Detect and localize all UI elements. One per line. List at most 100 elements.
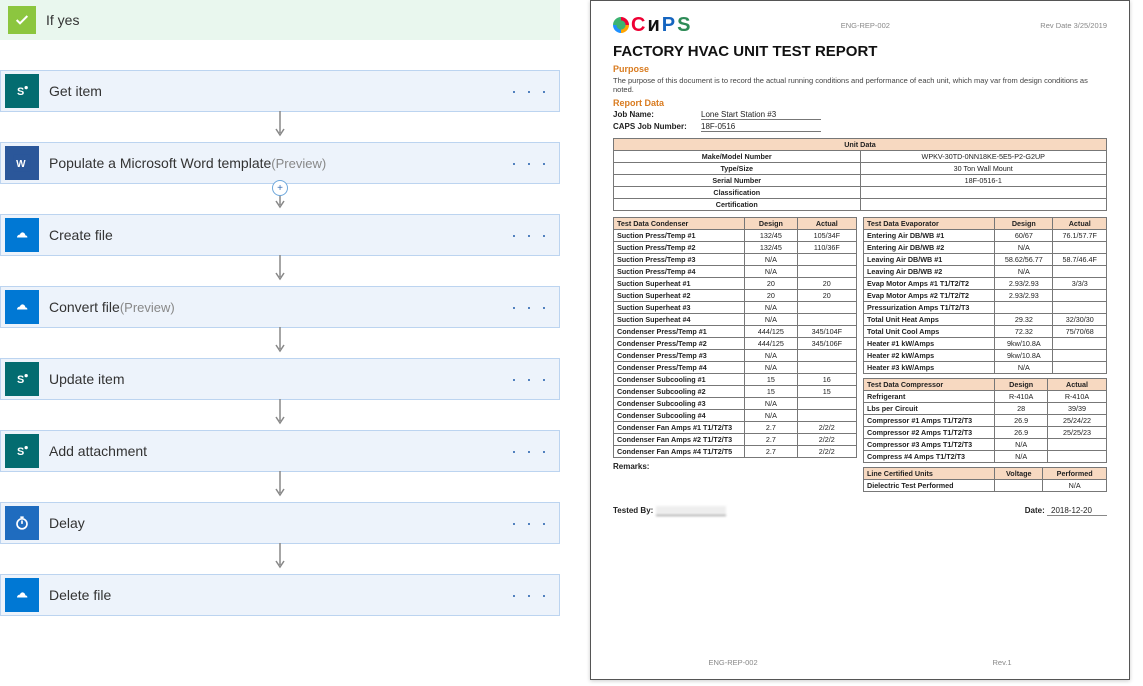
- row-value: [1048, 451, 1107, 463]
- connector: [0, 472, 560, 502]
- row-value: 2.7: [745, 434, 797, 446]
- arrow-down-icon: [274, 543, 286, 576]
- row-value: N/A: [745, 350, 797, 362]
- row-value: [797, 350, 856, 362]
- table-row: Condenser Subcooling #4N/A: [614, 410, 857, 422]
- evaporator-actual-header: Actual: [1053, 218, 1107, 230]
- condenser-design-header: Design: [745, 218, 797, 230]
- table-row: Leaving Air DB/WB #158.62/56.7758.7/46.4…: [864, 254, 1107, 266]
- row-label: Condenser Press/Temp #2: [614, 338, 745, 350]
- row-value: 9kw/10.8A: [995, 350, 1053, 362]
- table-row: Suction Superheat #12020: [614, 278, 857, 290]
- table-row: Compressor #3 Amps T1/T2/T3N/A: [864, 439, 1107, 451]
- row-value: [797, 314, 856, 326]
- condenser-title: Test Data Condenser: [614, 218, 745, 230]
- row-value: N/A: [995, 451, 1048, 463]
- row-value: 3/3/3: [1053, 278, 1107, 290]
- row-value: 20: [797, 290, 856, 302]
- table-row: Condenser Subcooling #11516: [614, 374, 857, 386]
- table-row: Serial Number18F-0516-1: [614, 175, 1107, 187]
- table-row: Entering Air DB/WB #160/6776.1/57.7F: [864, 230, 1107, 242]
- step-convert-file[interactable]: Convert file(Preview) · · ·: [0, 286, 560, 328]
- table-row: Condenser Fan Amps #4 T1/T2/T52.72/2/2: [614, 446, 857, 458]
- step-menu-icon[interactable]: · · ·: [511, 585, 549, 606]
- row-value: 28: [995, 403, 1048, 415]
- row-value: 15: [745, 386, 797, 398]
- svg-text:W: W: [16, 159, 26, 170]
- step-menu-icon[interactable]: · · ·: [511, 441, 549, 462]
- row-value: [797, 398, 856, 410]
- row-label: Evap Motor Amps #1 T1/T2/T2: [864, 278, 995, 290]
- step-delay[interactable]: Delay · · ·: [0, 502, 560, 544]
- connector: [0, 112, 560, 142]
- step-label: Delay: [49, 515, 85, 531]
- table-row: Compressor #1 Amps T1/T2/T326.925/24/22: [864, 415, 1107, 427]
- row-value: N/A: [995, 242, 1053, 254]
- row-value: 75/70/68: [1053, 326, 1107, 338]
- table-row: Condenser Subcooling #21515: [614, 386, 857, 398]
- step-update-item[interactable]: S Update item · · ·: [0, 358, 560, 400]
- table-row: Heater #3 kW/AmpsN/A: [864, 362, 1107, 374]
- row-value: N/A: [745, 302, 797, 314]
- step-menu-icon[interactable]: · · ·: [511, 153, 549, 174]
- row-value: 345/106F: [797, 338, 856, 350]
- row-label: Compressor #3 Amps T1/T2/T3: [864, 439, 995, 451]
- row-value: [797, 362, 856, 374]
- doc-title: FACTORY HVAC UNIT TEST REPORT: [613, 43, 1107, 60]
- table-row: Entering Air DB/WB #2N/A: [864, 242, 1107, 254]
- add-step-icon[interactable]: +: [272, 180, 288, 196]
- step-populate-word[interactable]: W Populate a Microsoft Word template(Pre…: [0, 142, 560, 184]
- step-label: Add attachment: [49, 443, 147, 459]
- row-label: Condenser Fan Amps #1 T1/T2/T3: [614, 422, 745, 434]
- connector: [0, 256, 560, 286]
- row-label: Condenser Press/Temp #3: [614, 350, 745, 362]
- purpose-text: The purpose of this document is to recor…: [613, 76, 1107, 94]
- table-row: Evap Motor Amps #1 T1/T2/T22.93/2.933/3/…: [864, 278, 1107, 290]
- table-row: Suction Press/Temp #2132/45110/36F: [614, 242, 857, 254]
- row-value: 58.7/46.4F: [1053, 254, 1107, 266]
- row-label: Suction Press/Temp #2: [614, 242, 745, 254]
- step-menu-icon[interactable]: · · ·: [511, 225, 549, 246]
- step-add-attachment[interactable]: S Add attachment · · ·: [0, 430, 560, 472]
- logo-gear-icon: [613, 17, 629, 33]
- table-row: Compressor #2 Amps T1/T2/T326.925/25/23: [864, 427, 1107, 439]
- od-icon: [5, 218, 39, 252]
- row-value: 76.1/57.7F: [1053, 230, 1107, 242]
- if-yes-header[interactable]: If yes: [0, 0, 560, 40]
- compressor-table: Test Data Compressor Design Actual Refri…: [863, 378, 1107, 463]
- row-value: N/A: [1043, 480, 1107, 492]
- condenser-table: Test Data Condenser Design Actual Suctio…: [613, 217, 857, 458]
- row-label: Dielectric Test Performed: [864, 480, 995, 492]
- table-row: Heater #2 kW/Amps9kw/10.8A: [864, 350, 1107, 362]
- table-row: Condenser Press/Temp #3N/A: [614, 350, 857, 362]
- row-value: 105/34F: [797, 230, 856, 242]
- step-menu-icon[interactable]: · · ·: [511, 81, 549, 102]
- row-label: Suction Press/Temp #1: [614, 230, 745, 242]
- arrow-down-icon: [274, 327, 286, 360]
- job-number-row: CAPS Job Number: 18F-0516: [613, 122, 1107, 132]
- row-value: 2.93/2.93: [995, 278, 1053, 290]
- date: Date: 2018-12-20: [1025, 506, 1107, 516]
- sp-icon: S: [5, 362, 39, 396]
- step-menu-icon[interactable]: · · ·: [511, 297, 549, 318]
- row-value: [995, 480, 1043, 492]
- sp-icon: S: [5, 74, 39, 108]
- step-menu-icon[interactable]: · · ·: [511, 513, 549, 534]
- row-label: Entering Air DB/WB #1: [864, 230, 995, 242]
- step-create-file[interactable]: Create file · · ·: [0, 214, 560, 256]
- evaporator-design-header: Design: [995, 218, 1053, 230]
- row-value: 16: [797, 374, 856, 386]
- row-label: Condenser Press/Temp #4: [614, 362, 745, 374]
- row-value: 26.9: [995, 427, 1048, 439]
- row-label: Refrigerant: [864, 391, 995, 403]
- step-delete-file[interactable]: Delete file · · ·: [0, 574, 560, 616]
- table-row: Total Unit Cool Amps72.3275/70/68: [864, 326, 1107, 338]
- arrow-down-icon: [274, 471, 286, 504]
- row-label: Condenser Subcooling #4: [614, 410, 745, 422]
- table-row: Suction Press/Temp #4N/A: [614, 266, 857, 278]
- step-get-item[interactable]: S Get item · · ·: [0, 70, 560, 112]
- row-label: Condenser Subcooling #3: [614, 398, 745, 410]
- row-value: [797, 254, 856, 266]
- step-menu-icon[interactable]: · · ·: [511, 369, 549, 390]
- step-label: Create file: [49, 227, 113, 243]
